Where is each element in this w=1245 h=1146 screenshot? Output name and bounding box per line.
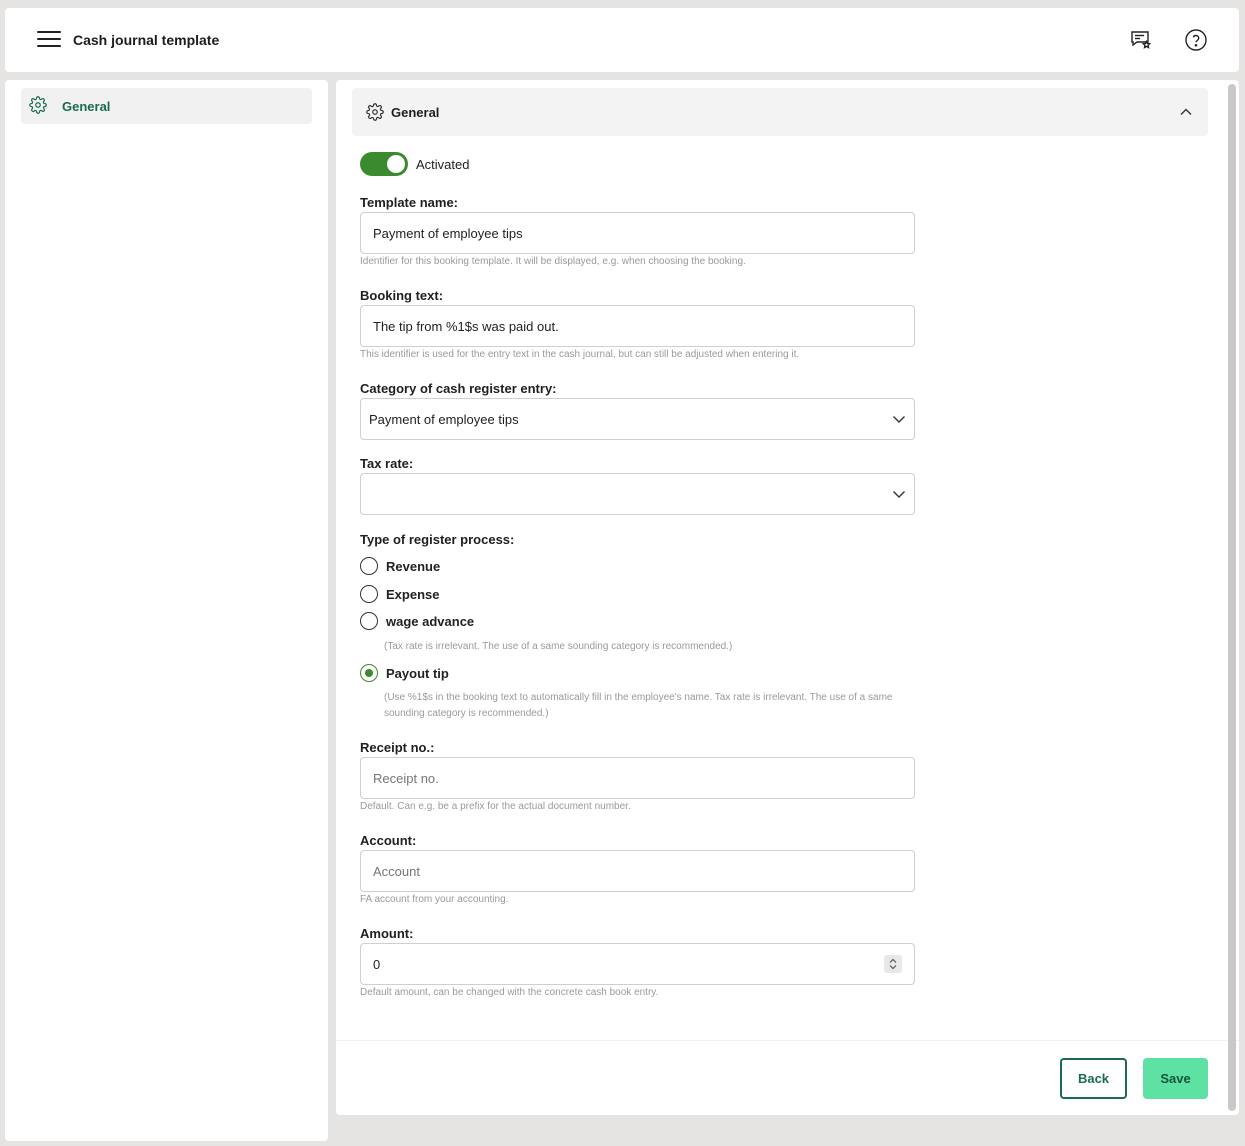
chevron-down-icon bbox=[892, 487, 906, 501]
template-name-label: Template name: bbox=[360, 195, 459, 210]
booking-text-hint: This identifier is used for the entry te… bbox=[360, 349, 800, 360]
radio-label: wage advance bbox=[386, 614, 475, 629]
receipt-no-label: Receipt no.: bbox=[360, 740, 435, 755]
radio-button[interactable] bbox=[360, 585, 378, 603]
top-bar: Cash journal template bbox=[5, 8, 1239, 72]
toggle-knob bbox=[387, 155, 405, 173]
back-button[interactable]: Back bbox=[1060, 1058, 1127, 1099]
radio-label: Expense bbox=[386, 587, 440, 602]
scrollbar[interactable] bbox=[1228, 84, 1236, 1111]
template-name-hint: Identifier for this booking template. It… bbox=[360, 256, 746, 267]
gear-icon bbox=[366, 103, 384, 121]
radio-label: Revenue bbox=[386, 559, 441, 574]
radio-button[interactable] bbox=[360, 557, 378, 575]
feedback-star-icon[interactable] bbox=[1129, 28, 1153, 52]
save-button[interactable]: Save bbox=[1143, 1058, 1208, 1099]
account-hint: FA account from your accounting. bbox=[360, 894, 509, 905]
receipt-no-hint: Default. Can e.g. be a prefix for the ac… bbox=[360, 801, 631, 812]
activated-toggle[interactable] bbox=[360, 152, 408, 176]
tax-rate-label: Tax rate: bbox=[360, 456, 414, 471]
radio-button[interactable] bbox=[360, 612, 378, 630]
activated-label: Activated bbox=[416, 157, 470, 172]
template-name-input[interactable]: Payment of employee tips bbox=[360, 212, 915, 254]
radio-button[interactable] bbox=[360, 664, 378, 682]
wage-advance-hint: (Tax rate is irrelevant. The use of a sa… bbox=[384, 641, 733, 652]
sidebar-item-general[interactable]: General bbox=[21, 88, 312, 124]
amount-input[interactable]: 0 bbox=[360, 943, 915, 985]
hamburger-menu-icon[interactable] bbox=[37, 31, 61, 49]
section-title: General bbox=[391, 105, 440, 120]
receipt-no-input[interactable]: Receipt no. bbox=[360, 757, 915, 799]
account-label: Account: bbox=[360, 833, 417, 848]
number-stepper-icon[interactable] bbox=[884, 955, 902, 973]
category-selected-value: Payment of employee tips bbox=[369, 411, 519, 427]
account-input[interactable]: Account bbox=[360, 850, 915, 892]
gear-icon bbox=[29, 96, 47, 114]
chevron-down-icon bbox=[892, 412, 906, 426]
category-label: Category of cash register entry: bbox=[360, 381, 557, 396]
section-header-general[interactable]: General bbox=[352, 88, 1208, 136]
amount-value: 0 bbox=[373, 956, 381, 972]
sidebar-item-label: General bbox=[62, 99, 111, 114]
help-circle-icon[interactable] bbox=[1184, 28, 1208, 52]
scrollbar-thumb[interactable] bbox=[1228, 84, 1236, 1111]
amount-hint: Default amount, can be changed with the … bbox=[360, 987, 659, 998]
page-title: Cash journal template bbox=[73, 32, 220, 48]
radio-label: Payout tip bbox=[386, 666, 449, 681]
payout-tip-hint: (Use %1$s in the booking text to automat… bbox=[384, 692, 893, 719]
booking-text-label: Booking text: bbox=[360, 288, 444, 303]
main-panel: General Activated Template name: Payment… bbox=[336, 80, 1239, 1115]
amount-label: Amount: bbox=[360, 926, 414, 941]
tax-rate-select[interactable] bbox=[360, 473, 915, 515]
sidebar: General bbox=[5, 80, 328, 1141]
form-footer: Back Save bbox=[336, 1040, 1239, 1115]
chevron-up-icon[interactable] bbox=[1178, 104, 1194, 120]
category-select[interactable]: Payment of employee tips bbox=[360, 398, 915, 440]
process-type-label: Type of register process: bbox=[360, 532, 515, 547]
booking-text-input[interactable]: The tip from %1$s was paid out. bbox=[360, 305, 915, 347]
